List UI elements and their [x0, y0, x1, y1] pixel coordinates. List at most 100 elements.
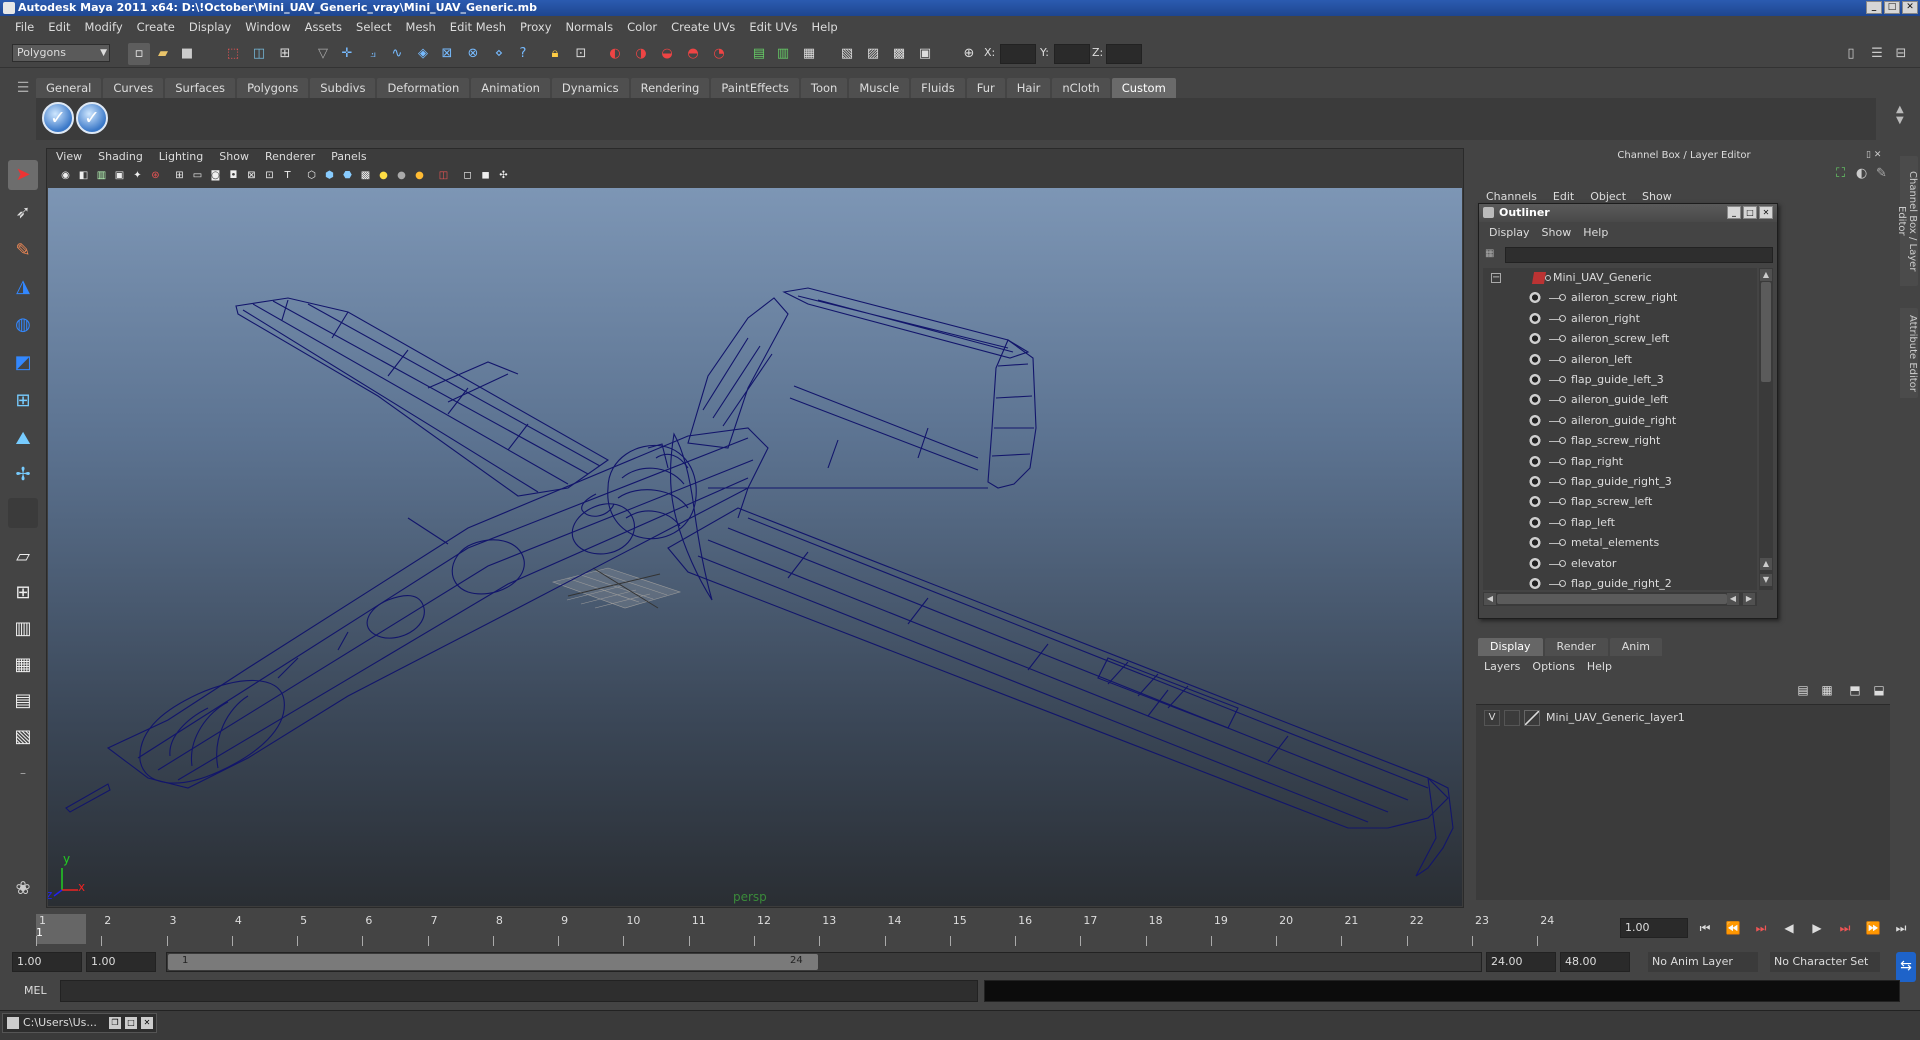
- outliner-item[interactable]: aileron_screw_left: [1483, 329, 1757, 349]
- safe-action-icon[interactable]: ⊡: [262, 168, 277, 183]
- shelf-tab-surfaces[interactable]: Surfaces: [165, 78, 236, 98]
- command-language-label[interactable]: MEL: [24, 984, 47, 997]
- filter-icon[interactable]: ▽: [312, 43, 334, 65]
- rotate-tool-icon[interactable]: ◍: [8, 310, 38, 340]
- outliner-root-item[interactable]: − Mini_UAV_Generic: [1483, 268, 1757, 288]
- attribute-editor-icon[interactable]: ▤: [748, 43, 770, 65]
- layer-playback-toggle[interactable]: [1504, 710, 1520, 726]
- channel-box-menu-channels[interactable]: Channels: [1478, 190, 1545, 203]
- construction-history-icon[interactable]: ⋄: [488, 43, 510, 65]
- play-forward-icon[interactable]: ▶: [1806, 920, 1828, 936]
- snap-surface-icon[interactable]: ⊠: [436, 43, 458, 65]
- toggle-attribute-icon[interactable]: ☰: [1866, 43, 1888, 65]
- transform-mode-icon[interactable]: ⊕: [958, 43, 980, 65]
- outliner-horizontal-scrollbar[interactable]: ◀ ◀ ▶: [1483, 592, 1757, 606]
- menu-assets[interactable]: Assets: [298, 20, 349, 34]
- texture-icon[interactable]: ▩: [358, 168, 373, 183]
- attribute-editor-side-tab[interactable]: Attribute Editor: [1900, 308, 1918, 398]
- safe-title-icon[interactable]: T: [280, 168, 295, 183]
- toggle-tool-icon[interactable]: ⊟: [1890, 43, 1912, 65]
- image-plane-icon[interactable]: ▣: [112, 168, 127, 183]
- step-back-key-icon[interactable]: ⏭: [1750, 920, 1772, 936]
- select-tool-icon[interactable]: ➤: [8, 160, 38, 190]
- close-button[interactable]: ✕: [1902, 1, 1918, 14]
- shelf-tab-toon[interactable]: Toon: [800, 78, 848, 98]
- tool-settings-icon[interactable]: ▥: [772, 43, 794, 65]
- shelf-tab-painteffects[interactable]: PaintEffects: [711, 78, 799, 98]
- shelf-tab-polygons[interactable]: Polygons: [237, 78, 309, 98]
- menu-display[interactable]: Display: [182, 20, 238, 34]
- outliner-item[interactable]: metal_elements: [1483, 533, 1757, 553]
- layer-menu-options[interactable]: Options: [1526, 660, 1580, 673]
- outliner-item[interactable]: aileron_guide_left: [1483, 390, 1757, 410]
- lock-icon[interactable]: 🔒︎: [544, 43, 566, 65]
- snap-curve-icon[interactable]: ⟓: [362, 43, 384, 65]
- outliner-vertical-scrollbar[interactable]: ▲ ▲ ▼: [1759, 268, 1773, 590]
- channel-box-side-tab[interactable]: Channel Box / Layer Editor: [1896, 156, 1918, 286]
- x-field[interactable]: [1000, 44, 1036, 64]
- render-view-icon[interactable]: ◔: [708, 43, 730, 65]
- animation-end-field[interactable]: 48.00: [1560, 952, 1630, 972]
- outliner-item[interactable]: flap_guide_right_3: [1483, 472, 1757, 492]
- show-manipulator-icon[interactable]: ✢: [8, 460, 38, 490]
- grease-pencil-icon[interactable]: ✦: [130, 168, 145, 183]
- layer-menu-layers[interactable]: Layers: [1478, 660, 1526, 673]
- playback-end-field[interactable]: 24.00: [1486, 952, 1556, 972]
- isolate-select-icon[interactable]: ◫: [436, 168, 451, 183]
- menu-proxy[interactable]: Proxy: [513, 20, 559, 34]
- hypergraph-icon[interactable]: ▩: [888, 43, 910, 65]
- outliner-filter-input[interactable]: [1505, 247, 1773, 263]
- outliner-close-button[interactable]: ✕: [1759, 206, 1773, 219]
- z-field[interactable]: [1106, 44, 1142, 64]
- scroll-right-icon[interactable]: ▶: [1743, 593, 1755, 605]
- maximize-button[interactable]: □: [1884, 1, 1900, 14]
- snap-plane-icon[interactable]: ◈: [412, 43, 434, 65]
- camera-attr-icon[interactable]: ◧: [76, 168, 91, 183]
- shelf-tab-hair[interactable]: Hair: [1006, 78, 1051, 98]
- outliner-menu-help[interactable]: Help: [1577, 226, 1614, 239]
- go-to-end-icon[interactable]: ⏭: [1890, 920, 1912, 936]
- viewport-menu-show[interactable]: Show: [211, 150, 257, 166]
- soft-mod-icon[interactable]: ⛰: [8, 424, 38, 454]
- teamviewer-icon[interactable]: ⇆: [1896, 952, 1916, 982]
- layer-tab-render[interactable]: Render: [1544, 638, 1608, 656]
- 2d-pan-icon[interactable]: ⊛: [148, 168, 163, 183]
- lasso-tool-icon[interactable]: ➶: [8, 198, 38, 228]
- outliner-item[interactable]: flap_right: [1483, 452, 1757, 472]
- outliner-item[interactable]: aileron_screw_right: [1483, 288, 1757, 308]
- layout-single-icon[interactable]: ▱: [8, 542, 38, 572]
- new-scene-icon[interactable]: ▫: [128, 43, 150, 65]
- new-layer-icon[interactable]: ▦: [1818, 683, 1836, 699]
- playback-start-field[interactable]: 1.00: [86, 952, 156, 972]
- menu-help[interactable]: Help: [805, 20, 845, 34]
- viewport-canvas[interactable]: y x z persp: [48, 188, 1462, 906]
- ipr-render-icon[interactable]: ◑: [630, 43, 652, 65]
- help-line-icon[interactable]: ?: [512, 43, 534, 65]
- play-backward-icon[interactable]: ◀: [1778, 920, 1800, 936]
- menu-select[interactable]: Select: [349, 20, 398, 34]
- outliner-item[interactable]: flap_left: [1483, 513, 1757, 533]
- command-input[interactable]: [60, 980, 978, 1002]
- hypershade-icon[interactable]: ◓: [682, 43, 704, 65]
- menu-file[interactable]: File: [8, 20, 41, 34]
- channel-box-sync-icon[interactable]: ◐: [1856, 166, 1867, 181]
- default-light-icon[interactable]: ●: [376, 168, 391, 183]
- snap-grid-icon[interactable]: ✛: [336, 43, 358, 65]
- outliner-maximize-button[interactable]: □: [1743, 206, 1757, 219]
- layout-graph-icon[interactable]: ▦: [8, 650, 38, 680]
- channel-box-pin-icon[interactable]: ✎: [1876, 166, 1887, 181]
- viewport-menu-shading[interactable]: Shading: [90, 150, 151, 166]
- camera-select-icon[interactable]: ◉: [58, 168, 73, 183]
- shelf-tab-deformation[interactable]: Deformation: [377, 78, 470, 98]
- graph-editor-icon[interactable]: ▨: [862, 43, 884, 65]
- restore-icon[interactable]: ❐: [109, 1017, 121, 1029]
- viewport-menu-view[interactable]: View: [48, 150, 90, 166]
- bookmark-icon[interactable]: ▥: [94, 168, 109, 183]
- outliner-item[interactable]: flap_guide_left_3: [1483, 370, 1757, 390]
- outliner-minimize-button[interactable]: _: [1727, 206, 1741, 219]
- scroll-thumb[interactable]: [1497, 594, 1727, 604]
- shelf-tab-general[interactable]: General: [36, 78, 102, 98]
- checkmark-icon[interactable]: ✓: [76, 102, 108, 134]
- outliner-item[interactable]: aileron_right: [1483, 309, 1757, 329]
- layout-outliner-icon[interactable]: ▥: [8, 614, 38, 644]
